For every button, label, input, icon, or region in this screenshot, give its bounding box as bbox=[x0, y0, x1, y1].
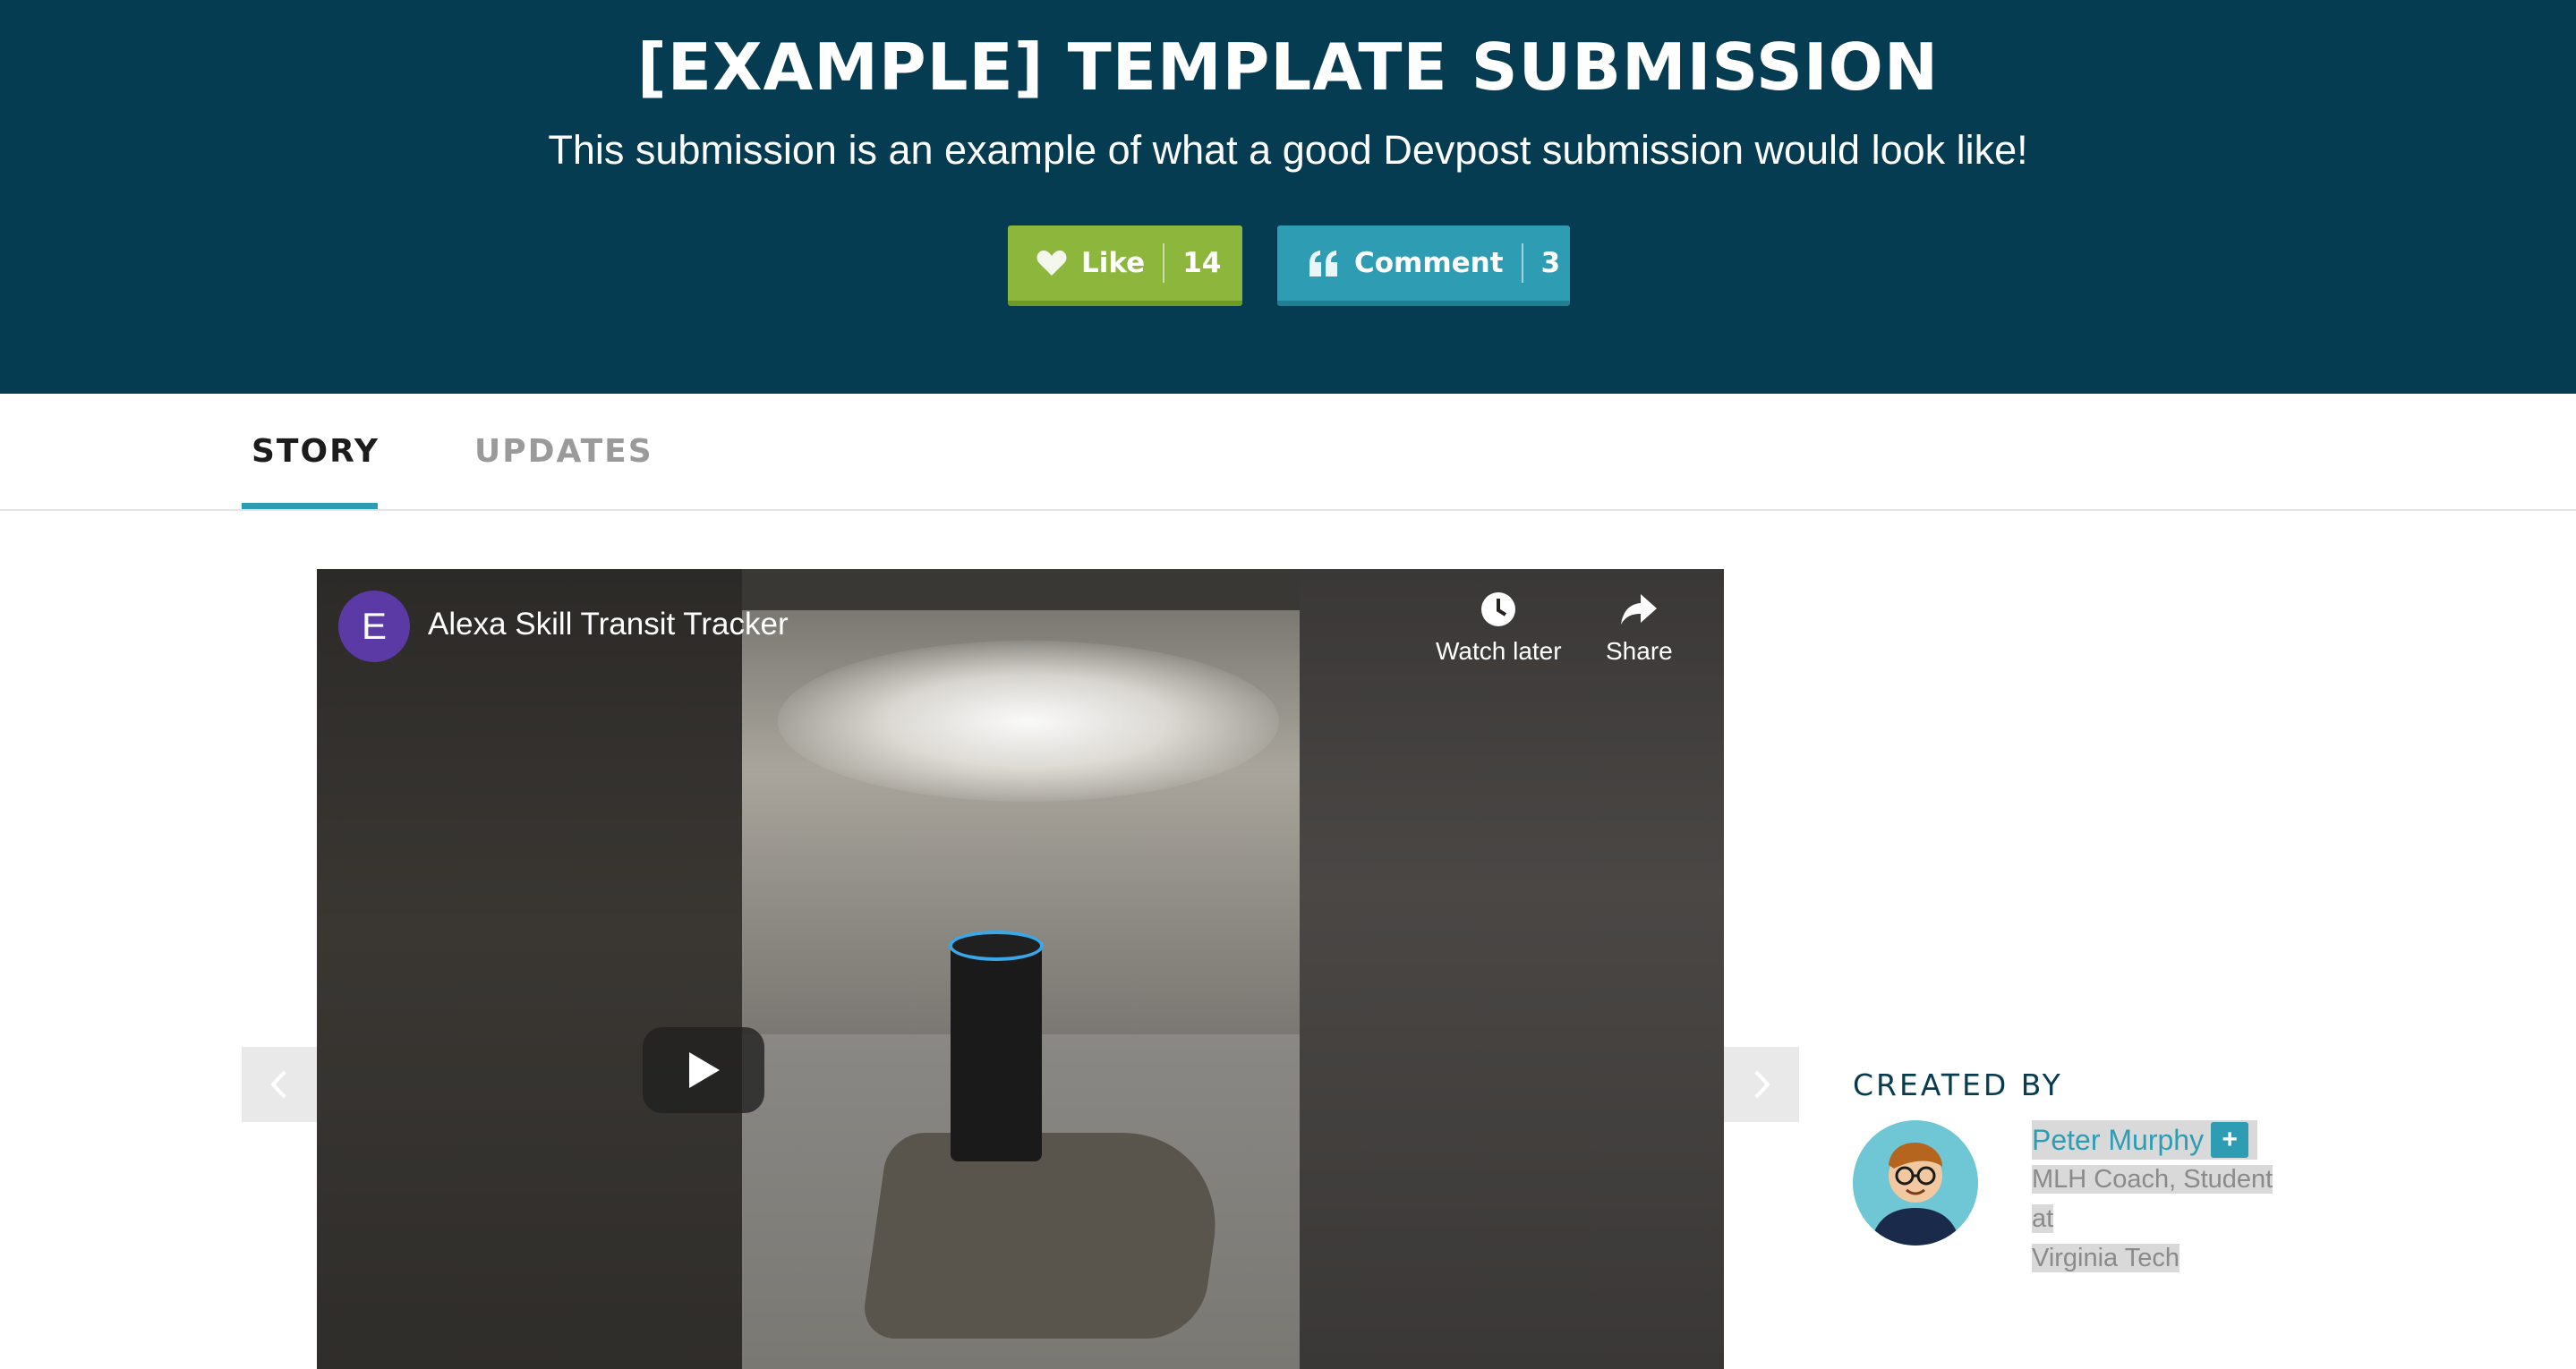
author-bio-line1: MLH Coach, Student at bbox=[2032, 1165, 2273, 1233]
avatar-illustration bbox=[1853, 1120, 1978, 1246]
tab-bar: STORY UPDATES bbox=[0, 394, 2576, 511]
comment-button[interactable]: Comment 3 bbox=[1277, 225, 1570, 306]
tab-story[interactable]: STORY bbox=[252, 433, 380, 470]
divider bbox=[1163, 243, 1165, 283]
active-tab-indicator bbox=[242, 503, 378, 509]
author-bio-line2: Virginia Tech bbox=[2032, 1244, 2179, 1272]
comment-count: 3 bbox=[1540, 247, 1561, 279]
watch-later-label: Watch later bbox=[1436, 637, 1562, 665]
video-scene-speaker bbox=[951, 938, 1042, 1161]
play-icon bbox=[689, 1052, 720, 1088]
tab-updates[interactable]: UPDATES bbox=[474, 433, 653, 470]
video-frame-right bbox=[1300, 569, 1724, 1369]
submission-header: [EXAMPLE] TEMPLATE SUBMISSION This submi… bbox=[0, 0, 2576, 394]
like-count: 14 bbox=[1182, 247, 1222, 279]
video-scene-light bbox=[778, 641, 1279, 802]
heart-icon bbox=[1036, 250, 1067, 276]
divider bbox=[1521, 243, 1523, 283]
follow-button[interactable]: + bbox=[2211, 1122, 2249, 1158]
video-title[interactable]: Alexa Skill Transit Tracker bbox=[428, 607, 789, 642]
created-by-heading: CREATED BY bbox=[1853, 1067, 2063, 1102]
video-scene-speaker-ring bbox=[949, 931, 1044, 961]
author-bio: MLH Coach, Student at Virginia Tech bbox=[2032, 1160, 2300, 1278]
chevron-left-icon bbox=[270, 1070, 286, 1099]
avatar[interactable] bbox=[1853, 1120, 1978, 1246]
comment-label: Comment bbox=[1354, 247, 1504, 279]
author-name-block: Peter Murphy + bbox=[2032, 1120, 2258, 1160]
video-scene-table bbox=[859, 1133, 1230, 1339]
channel-avatar[interactable]: E bbox=[338, 591, 410, 662]
watch-later-button[interactable]: Watch later bbox=[1436, 591, 1562, 666]
like-button[interactable]: Like 14 bbox=[1008, 225, 1242, 306]
video-scene-shelf bbox=[742, 569, 1300, 610]
carousel-next-button[interactable] bbox=[1724, 1047, 1799, 1122]
like-label: Like bbox=[1081, 247, 1146, 279]
chevron-right-icon bbox=[1754, 1070, 1770, 1099]
video-frame-center bbox=[742, 569, 1300, 1369]
share-label: Share bbox=[1606, 637, 1673, 665]
share-icon bbox=[1621, 594, 1658, 625]
page-title: [EXAMPLE] TEMPLATE SUBMISSION bbox=[636, 30, 1940, 105]
quote-icon bbox=[1308, 250, 1340, 276]
author-name-link[interactable]: Peter Murphy bbox=[2032, 1124, 2204, 1157]
carousel-prev-button[interactable] bbox=[242, 1047, 317, 1122]
clock-icon bbox=[1481, 592, 1516, 626]
play-button[interactable] bbox=[643, 1027, 764, 1113]
page-subtitle: This submission is an example of what a … bbox=[548, 127, 2028, 173]
video-player[interactable]: E Alexa Skill Transit Tracker Watch late… bbox=[317, 569, 1724, 1369]
video-frame-left bbox=[317, 569, 742, 1369]
share-button[interactable]: Share bbox=[1606, 591, 1673, 666]
